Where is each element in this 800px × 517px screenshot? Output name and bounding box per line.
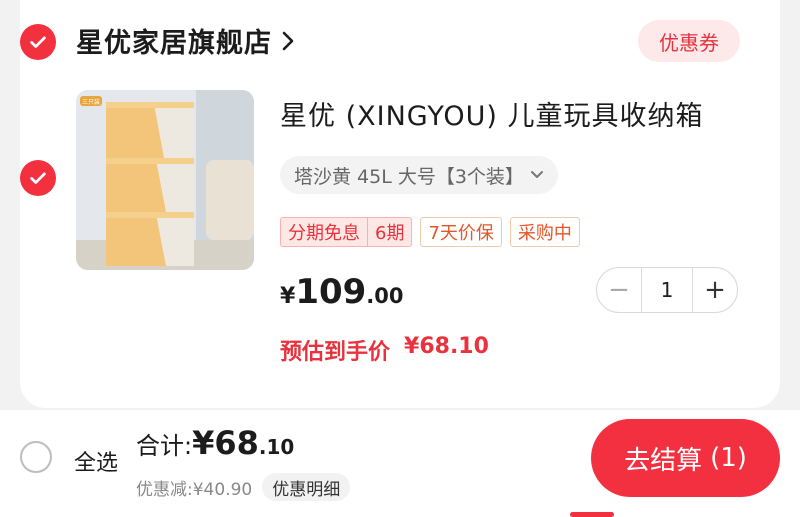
- total-amount: ¥68: [192, 424, 259, 462]
- storage-box-stack-image: 三只装: [76, 90, 254, 270]
- price-currency: ¥: [280, 284, 296, 309]
- shop-select-checkbox[interactable]: [20, 24, 56, 60]
- shop-name: 星优家居旗舰店: [76, 28, 272, 59]
- home-indicator: [570, 512, 614, 517]
- checkout-count: (1): [710, 443, 747, 473]
- item-select-checkbox[interactable]: [20, 160, 56, 196]
- sku-label: 塔沙黄 45L 大号【3个装】: [294, 165, 524, 188]
- item-price: ¥ 109 .00: [280, 272, 404, 312]
- estimated-price: 预估到手价 ¥68.10: [280, 334, 489, 366]
- checkout-label: 去结算: [624, 445, 703, 476]
- image-badge: 三只装: [82, 98, 100, 106]
- discount-row: 优惠减:¥40.90 优惠明细: [136, 473, 351, 501]
- price-decimal: .00: [366, 284, 404, 308]
- promo-tags: 分期免息 6期 7天价保 采购中: [280, 217, 580, 247]
- estimated-price-label: 预估到手价: [280, 340, 391, 365]
- discount-amount: 优惠减:¥40.90: [136, 479, 253, 500]
- select-all-radio[interactable]: [20, 441, 52, 473]
- purchasing-tag: 采购中: [509, 217, 580, 247]
- price-protect-tag: 7天价保: [420, 217, 502, 247]
- total-decimal: .10: [258, 435, 295, 459]
- sku-selector[interactable]: 塔沙黄 45L 大号【3个装】: [280, 156, 558, 194]
- shop-name-link[interactable]: 星优家居旗舰店: [76, 21, 296, 60]
- chevron-down-icon: [530, 171, 543, 178]
- quantity-stepper: − 1 +: [596, 267, 738, 313]
- checkout-button[interactable]: 去结算 (1): [591, 419, 780, 497]
- check-icon: [30, 36, 46, 48]
- product-image[interactable]: 三只装: [76, 90, 254, 270]
- select-all-label[interactable]: 全选: [74, 445, 118, 477]
- check-icon: [30, 172, 46, 184]
- coupon-button[interactable]: 优惠券: [638, 20, 740, 62]
- quantity-input[interactable]: 1: [641, 268, 693, 312]
- decrease-quantity-button[interactable]: −: [597, 268, 641, 312]
- estimated-price-value: ¥68.10: [404, 334, 489, 359]
- installment-periods-tag: 6期: [367, 217, 413, 247]
- total-label: 合计:: [136, 432, 193, 460]
- price-integer: 109: [295, 272, 367, 312]
- product-title[interactable]: 星优 (XINGYOU) 儿童玩具收纳箱: [280, 94, 704, 133]
- total-price: 合计: ¥68 .10: [136, 424, 294, 462]
- increase-quantity-button[interactable]: +: [693, 268, 737, 312]
- discount-detail-button[interactable]: 优惠明细: [262, 473, 351, 501]
- chevron-right-icon: [280, 30, 296, 52]
- installment-tag: 分期免息: [280, 217, 367, 247]
